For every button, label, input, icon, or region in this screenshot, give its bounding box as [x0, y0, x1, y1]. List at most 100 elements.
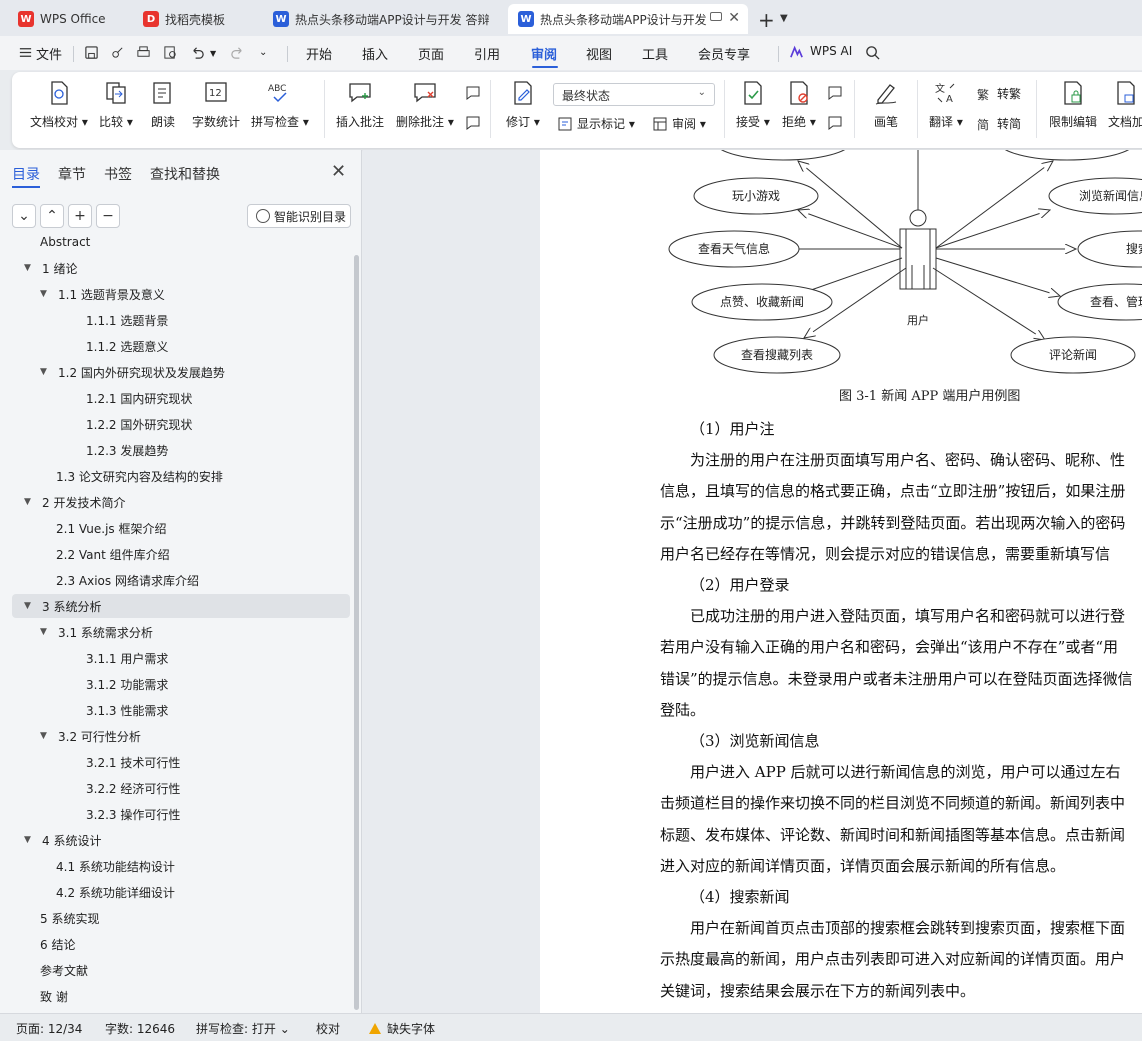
menu-member[interactable]: 会员专享 — [698, 44, 750, 63]
tab-chapters[interactable]: 章节 — [58, 164, 86, 184]
insert-comment-button[interactable]: 插入批注 — [336, 80, 384, 130]
chevron-down-icon[interactable]: ⌄ — [259, 47, 267, 58]
toc-item[interactable]: 3.1.3 性能需求 — [86, 698, 168, 722]
menu-view[interactable]: 视图 — [586, 44, 612, 63]
toc-item[interactable]: Abstract — [40, 230, 90, 254]
menu-insert[interactable]: 插入 — [362, 44, 388, 63]
wps-ai-icon[interactable] — [789, 45, 804, 60]
toc-item[interactable]: 1.1.1 选题背景 — [86, 308, 168, 332]
toc-item[interactable]: ▼ 1.2 国内外研究现状及发展趋势 — [40, 360, 225, 384]
pen-button[interactable]: 画笔 — [874, 80, 898, 130]
tab-docer[interactable]: D 找稻壳模板 — [133, 4, 255, 34]
close-icon[interactable]: ✕ — [331, 161, 346, 182]
save-icon[interactable] — [84, 45, 99, 60]
collapse-all-button[interactable]: ⌄ — [12, 204, 36, 228]
accept-button[interactable]: 接受 ▾ — [736, 80, 770, 130]
tab-defense-doc[interactable]: W 热点头条移动端APP设计与开发 答辩 — [263, 4, 501, 34]
smart-toc-button[interactable]: 智能识别目录 — [247, 204, 351, 228]
toc-item[interactable]: 2.3 Axios 网络请求库介绍 — [56, 568, 199, 592]
print-preview-icon[interactable] — [163, 45, 178, 60]
tab-current-doc[interactable]: W 热点头条移动端APP设计与开发 ✕ — [508, 4, 748, 34]
previous-comment-icon[interactable] — [464, 84, 482, 102]
menu-page[interactable]: 页面 — [418, 44, 444, 63]
review-pane-button[interactable]: 审阅 ▾ — [652, 115, 706, 132]
print-icon[interactable] — [136, 45, 151, 60]
toc-item[interactable]: 2.1 Vue.js 框架介绍 — [56, 516, 167, 540]
toc-item[interactable]: ▼ 3.2 可行性分析 — [40, 724, 141, 748]
document-page[interactable]: 用户 玩小游戏 查看天气信息 点赞、收藏新闻 查看搜藏列表 浏览新闻信 搜 查看… — [540, 150, 1142, 1013]
caret-down-icon[interactable]: ▼ — [24, 835, 36, 845]
toc-item[interactable]: 3.2.1 技术可行性 — [86, 750, 180, 774]
tab-wps-office[interactable]: W WPS Office — [8, 4, 126, 34]
toc-item[interactable]: 1.2.1 国内研究现状 — [86, 386, 192, 410]
toc-item[interactable]: 1.2.3 发展趋势 — [86, 438, 168, 462]
redo-icon[interactable] — [230, 45, 245, 60]
toc-item[interactable]: ▼ 1.1 选题背景及意义 — [40, 282, 165, 306]
toc-item[interactable]: 3.1.2 功能需求 — [86, 672, 168, 696]
translate-button[interactable]: 文A 翻译 ▾ — [929, 80, 963, 130]
caret-down-icon[interactable]: ▼ — [40, 731, 52, 741]
toc-item[interactable]: 6 结论 — [40, 932, 75, 956]
panel-scrollbar[interactable] — [354, 255, 359, 1010]
missing-font-status[interactable]: 缺失字体 — [369, 1020, 435, 1037]
menu-wps-ai[interactable]: WPS AI — [810, 44, 852, 58]
new-tab-plus-icon[interactable]: + — [758, 8, 775, 32]
doc-check-button[interactable]: 文档校对 ▾ — [30, 80, 88, 130]
read-aloud-button[interactable]: 朗读 — [151, 80, 175, 130]
toc-item[interactable]: 参考文献 — [40, 958, 88, 982]
restrict-edit-button[interactable]: 限制编辑 — [1049, 80, 1097, 130]
toc-item[interactable]: ▼ 2 开发技术简介 — [24, 490, 125, 514]
toc-item[interactable]: 1.3 论文研究内容及结构的安排 — [56, 464, 223, 488]
toc-item[interactable]: 4.1 系统功能结构设计 — [56, 854, 175, 878]
caret-down-icon[interactable]: ▼ — [40, 289, 52, 299]
caret-down-icon[interactable]: ▼ — [24, 263, 36, 273]
spell-check-button[interactable]: ABC 拼写检查 ▾ — [251, 80, 309, 130]
expand-up-button[interactable]: ⌃ — [40, 204, 64, 228]
caret-down-icon[interactable]: ▼ — [40, 367, 52, 377]
caret-down-icon[interactable]: ▼ — [24, 497, 36, 507]
reject-button[interactable]: 拒绝 ▾ — [782, 80, 816, 130]
tab-toc[interactable]: 目录 — [12, 164, 40, 184]
proofread-status[interactable]: 校对 — [316, 1020, 340, 1037]
previous-change-icon[interactable] — [826, 84, 844, 102]
close-tab-icon[interactable]: ✕ — [728, 10, 740, 26]
add-heading-button[interactable]: + — [68, 204, 92, 228]
compare-button[interactable]: 比较 ▾ — [99, 80, 133, 130]
toc-item[interactable]: ▼ 1 绪论 — [24, 256, 77, 280]
toc-item[interactable]: 3.2.3 操作可行性 — [86, 802, 180, 826]
next-change-icon[interactable] — [826, 114, 844, 132]
menu-review[interactable]: 审阅 — [531, 44, 557, 63]
to-simplified-button[interactable]: 简 转简 — [977, 115, 1021, 132]
menu-file[interactable]: 文件 — [36, 44, 62, 63]
remove-heading-button[interactable]: − — [96, 204, 120, 228]
chevron-down-icon[interactable]: ▼ — [780, 13, 788, 24]
search-icon[interactable] — [865, 45, 880, 60]
toc-item[interactable]: ▼ 3.1 系统需求分析 — [40, 620, 153, 644]
revise-button[interactable]: 修订 ▾ — [506, 80, 540, 130]
word-count-button[interactable]: 12 字数统计 — [192, 80, 240, 130]
word-count-indicator[interactable]: 字数: 12646 — [105, 1020, 175, 1037]
menu-home[interactable]: 开始 — [306, 44, 332, 63]
toc-item[interactable]: 3.2.2 经济可行性 — [86, 776, 180, 800]
page-indicator[interactable]: 页面: 12/34 — [16, 1020, 82, 1037]
toc-item[interactable]: 3.1.1 用户需求 — [86, 646, 168, 670]
screen-icon[interactable] — [710, 12, 722, 21]
toc-item[interactable]: 5 系统实现 — [40, 906, 99, 930]
menu-tools[interactable]: 工具 — [642, 44, 668, 63]
share-icon[interactable] — [110, 45, 125, 60]
hamburger-menu-icon[interactable] — [18, 45, 33, 60]
undo-icon[interactable] — [190, 45, 205, 60]
menu-reference[interactable]: 引用 — [474, 44, 500, 63]
doc-encrypt-button[interactable]: 文档加 — [1108, 80, 1142, 130]
toc-item[interactable]: ▼ 4 系统设计 — [24, 828, 101, 852]
toc-item[interactable]: 4.2 系统功能详细设计 — [56, 880, 175, 904]
caret-down-icon[interactable]: ▼ — [40, 627, 52, 637]
tab-find-replace[interactable]: 查找和替换 — [150, 164, 220, 184]
spell-check-status[interactable]: 拼写检查: 打开 ⌄ — [196, 1020, 290, 1037]
caret-down-icon[interactable]: ▼ — [24, 601, 36, 611]
undo-dropdown-icon[interactable]: ▼ — [210, 49, 216, 58]
toc-item[interactable]: 1.1.2 选题意义 — [86, 334, 168, 358]
final-state-select[interactable]: 最终状态 ⌄ — [553, 83, 715, 106]
show-markup-button[interactable]: 显示标记 ▾ — [557, 115, 635, 132]
toc-item[interactable]: ▼ 3 系统分析 — [12, 594, 350, 618]
